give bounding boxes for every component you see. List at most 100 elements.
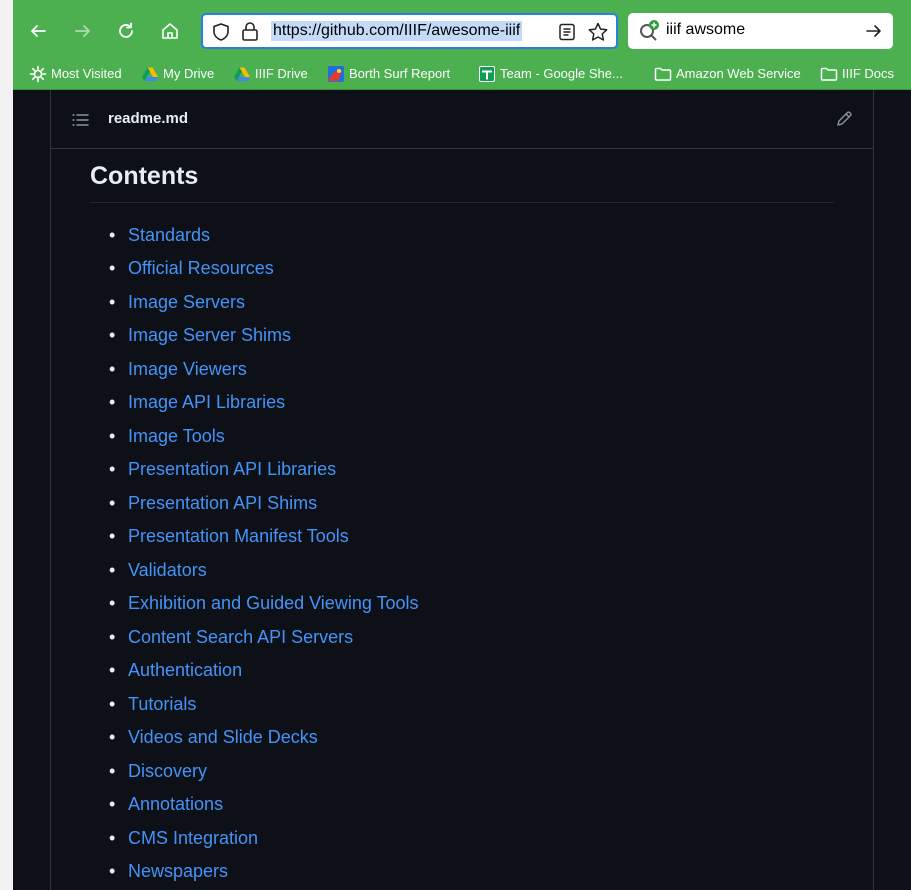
toc-item: • Content Search API Servers [109, 625, 353, 649]
google-sheets-icon [478, 65, 496, 83]
arrow-right-icon[interactable] [864, 21, 884, 41]
bullet: • [109, 861, 116, 881]
toc-link[interactable]: Image API Libraries [128, 392, 285, 413]
readme-file-name[interactable]: readme.md [108, 110, 188, 127]
toc-item: • Standards [109, 223, 210, 247]
search-bar[interactable]: iiif awsome [628, 13, 893, 49]
search-input[interactable]: iiif awsome [666, 21, 745, 39]
toc-link[interactable]: Authentication [128, 660, 242, 681]
toc-item: • Image Servers [109, 290, 245, 314]
lock-icon[interactable] [240, 21, 260, 42]
bullet: • [109, 559, 116, 580]
home-icon [162, 23, 178, 39]
readme-panel: readme.md Contents • Standards • Official R… [50, 90, 874, 890]
toc-link[interactable]: Presentation Manifest Tools [128, 526, 349, 547]
bookmark-iiif-drive[interactable]: IIIF Drive [233, 58, 308, 89]
bullet: • [109, 325, 116, 345]
url-text[interactable]: https://github.com/IIIF/awesome-iiif [271, 21, 523, 41]
bookmark-amazon-web-service[interactable]: Amazon Web Service [654, 58, 801, 89]
bookmark-iiif-docs[interactable]: IIIF Docs [820, 58, 894, 89]
bookmark-label: Most Visited [51, 66, 122, 81]
toc-link[interactable]: CMS Integration [128, 828, 258, 849]
search-engine-icon [640, 20, 659, 41]
toc-link[interactable]: Discovery [128, 761, 207, 782]
reload-icon [119, 22, 133, 38]
bullet: • [109, 660, 116, 680]
toc-link[interactable]: Validators [128, 560, 207, 581]
address-bar[interactable]: https://github.com/IIIF/awesome-iiif [201, 13, 618, 49]
google-drive-icon [141, 65, 159, 83]
toc-item: • Tutorials [109, 692, 196, 716]
bullet: • [109, 392, 116, 412]
arrow-left-icon [31, 25, 46, 37]
bookmark-label: Amazon Web Service [676, 66, 801, 81]
reader-view-icon[interactable] [557, 22, 577, 42]
toc-link[interactable]: Exhibition and Guided Viewing Tools [128, 593, 419, 614]
toc-item: • Image Tools [109, 424, 225, 448]
forward-button[interactable] [69, 16, 97, 46]
folder-icon [654, 65, 672, 83]
bookmark-label: My Drive [163, 66, 215, 81]
toc-link[interactable]: Image Viewers [128, 359, 247, 380]
reload-button[interactable] [112, 16, 140, 46]
toc-item: • Annotations [109, 793, 223, 817]
toc-link[interactable]: Standards [128, 225, 210, 246]
toc-link[interactable]: Newspapers [128, 861, 228, 882]
contents-heading: Contents [90, 162, 199, 190]
toc-item: • Videos and Slide Decks [109, 726, 318, 750]
toc-link[interactable]: Official Resources [128, 258, 274, 279]
bullet: • [109, 626, 116, 647]
toc-item: • Presentation Manifest Tools [109, 525, 349, 549]
folder-icon [820, 65, 838, 83]
toc-item: • Newspapers [109, 860, 228, 884]
toc-item: • Official Resources [109, 257, 274, 281]
back-button[interactable] [24, 16, 52, 46]
readme-header: readme.md [51, 90, 873, 149]
toc-link[interactable]: Image Tools [128, 426, 225, 447]
toc-link[interactable]: Image Servers [128, 292, 245, 313]
bookmark-most-visited[interactable]: Most Visited [29, 58, 122, 89]
bookmark-label: Borth Surf Report [349, 66, 451, 81]
toc-item: • Exhibition and Guided Viewing Tools [109, 592, 419, 616]
bullet: • [109, 827, 116, 848]
bookmark-label: IIIF Drive [255, 66, 308, 81]
bullet: • [109, 492, 116, 513]
bookmark-team-google-sheets[interactable]: Team - Google She... [478, 58, 623, 89]
bullet: • [109, 291, 116, 312]
toc-item: • Presentation API Shims [109, 491, 317, 515]
toc-link[interactable]: Presentation API Shims [128, 493, 317, 514]
bullet: • [109, 526, 116, 546]
toc-link[interactable]: Presentation API Libraries [128, 459, 336, 480]
toc-link[interactable]: Videos and Slide Decks [128, 727, 318, 748]
browser-toolbar: https://github.com/IIIF/awesome-iiif iii… [13, 0, 911, 58]
toc-item: • Discovery [109, 759, 207, 783]
toc-item: • Authentication [109, 659, 242, 683]
bullet: • [109, 425, 116, 446]
bookmarks-toolbar: Most Visited My Drive IIIF Drive Borth S… [13, 58, 911, 90]
toc-link[interactable]: Image Server Shims [128, 325, 291, 346]
bullet: • [109, 593, 116, 613]
toc-item: • Image Viewers [109, 357, 247, 381]
toc-item: • Presentation API Libraries [109, 458, 336, 482]
toc-item: • CMS Integration [109, 826, 258, 850]
bullet: • [109, 727, 116, 747]
toc-item: • Validators [109, 558, 207, 582]
toc-link[interactable]: Tutorials [128, 694, 196, 715]
toc-link[interactable]: Content Search API Servers [128, 627, 353, 648]
bookmark-borth-surf-report[interactable]: Borth Surf Report [327, 58, 450, 89]
bookmark-star-icon[interactable] [587, 21, 609, 43]
bullet: • [109, 693, 116, 714]
bullet: • [109, 358, 116, 379]
gear-icon [29, 65, 47, 83]
shield-icon[interactable] [211, 22, 231, 42]
toc-link[interactable]: Annotations [128, 794, 223, 815]
bookmark-my-drive[interactable]: My Drive [141, 58, 214, 89]
bullet: • [109, 760, 116, 781]
bookmark-label: IIIF Docs [842, 66, 895, 81]
home-button[interactable] [156, 16, 184, 46]
bullet: • [109, 794, 116, 814]
bullet: • [109, 258, 116, 278]
pencil-edit-icon[interactable] [835, 110, 853, 128]
arrow-right-icon [75, 25, 90, 37]
table-of-contents-icon[interactable] [71, 111, 89, 129]
